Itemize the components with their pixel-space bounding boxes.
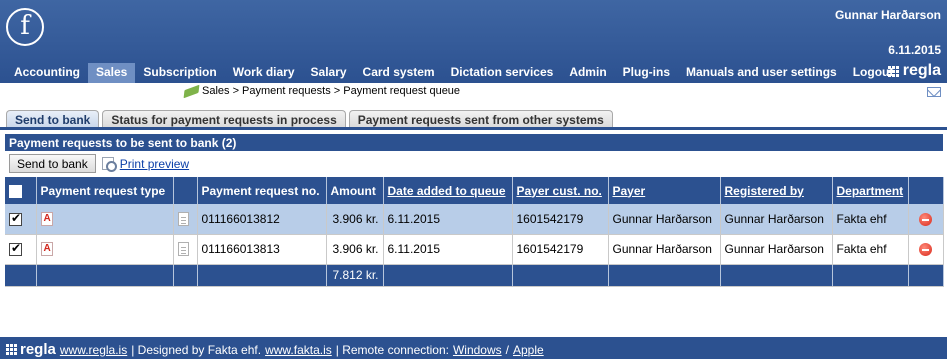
col-payment-request-no: Payment request no.	[197, 177, 327, 204]
payment-requests-table: Payment request type Payment request no.…	[5, 177, 944, 287]
nav-admin[interactable]: Admin	[561, 63, 614, 83]
nav-card-system[interactable]: Card system	[355, 63, 443, 83]
regla-site-link[interactable]: www.regla.is	[60, 343, 127, 357]
footer: regla www.regla.is | Designed by Fakta e…	[0, 337, 947, 359]
pdf-icon[interactable]	[40, 212, 53, 227]
document-icon[interactable]	[177, 212, 189, 227]
apple-link[interactable]: Apple	[513, 343, 544, 357]
pencil-icon	[183, 84, 200, 98]
col-payer-cust-no[interactable]: Payer cust. no.	[512, 177, 609, 204]
nav-dictation-services[interactable]: Dictation services	[443, 63, 562, 83]
delete-icon[interactable]	[919, 212, 932, 226]
row-checkbox[interactable]	[9, 211, 22, 226]
department: Fakta ehf	[832, 204, 909, 235]
table-row[interactable]: 011166013812 3.906 kr. 6.11.2015 1601542…	[5, 204, 944, 235]
department: Fakta ehf	[832, 234, 909, 265]
nav-manuals-settings[interactable]: Manuals and user settings	[678, 63, 845, 83]
col-doc	[173, 177, 198, 204]
total-row: 7.812 kr.	[5, 264, 944, 287]
tab-divider	[0, 127, 947, 130]
breadcrumb: Sales > Payment requests > Payment reque…	[183, 84, 461, 98]
payer: Gunnar Harðarson	[608, 204, 721, 235]
user-name[interactable]: Gunnar Harðarson	[835, 8, 941, 22]
main-nav: Accounting Sales Subscription Work diary…	[6, 63, 901, 83]
toolbar: Send to bank Print preview	[9, 154, 189, 173]
row-checkbox[interactable]	[9, 241, 22, 257]
breadcrumb-bar: Sales > Payment requests > Payment reque…	[0, 83, 947, 101]
date-added: 6.11.2015	[383, 234, 513, 265]
nav-work-diary[interactable]: Work diary	[225, 63, 303, 83]
payer-cust-no: 1601542179	[512, 234, 609, 265]
current-date: 6.11.2015	[888, 43, 941, 57]
col-payer[interactable]: Payer	[608, 177, 721, 204]
nav-plug-ins[interactable]: Plug-ins	[615, 63, 678, 83]
print-preview-link[interactable]: Print preview	[120, 157, 189, 171]
amount: 3.906 kr.	[326, 234, 384, 265]
registered-by: Gunnar Harðarson	[720, 204, 833, 235]
nav-accounting[interactable]: Accounting	[6, 63, 88, 83]
col-amount: Amount	[326, 177, 384, 204]
document-icon[interactable]	[177, 242, 189, 257]
col-department[interactable]: Department	[832, 177, 909, 204]
select-all-header[interactable]	[5, 177, 37, 204]
breadcrumb-text: Sales > Payment requests > Payment reque…	[202, 85, 461, 97]
top-header: f Gunnar Harðarson 6.11.2015 Accounting …	[0, 0, 947, 83]
remote-connection-text: | Remote connection:	[335, 342, 449, 357]
nav-subscription[interactable]: Subscription	[135, 63, 224, 83]
footer-brand: regla	[6, 341, 56, 358]
fakta-site-link[interactable]: www.fakta.is	[265, 343, 332, 357]
select-all-checkbox[interactable]	[9, 184, 22, 198]
print-preview-icon[interactable]	[101, 157, 117, 172]
pdf-icon[interactable]	[40, 242, 53, 257]
table-header-row: Payment request type Payment request no.…	[5, 177, 944, 204]
tab-send-to-bank[interactable]: Send to bank	[6, 110, 100, 128]
link-separator: /	[505, 342, 509, 357]
amount: 3.906 kr.	[326, 204, 384, 235]
regla-grid-icon	[887, 65, 899, 77]
regla-grid-icon	[6, 344, 17, 355]
total-amount: 7.812 kr.	[326, 264, 384, 287]
nav-sales[interactable]: Sales	[88, 63, 136, 83]
col-date-added[interactable]: Date added to queue	[383, 177, 513, 204]
request-no: 011166013813	[197, 234, 327, 265]
nav-salary[interactable]: Salary	[303, 63, 355, 83]
table-row[interactable]: 011166013813 3.906 kr. 6.11.2015 1601542…	[5, 234, 944, 265]
registered-by: Gunnar Harðarson	[720, 234, 833, 265]
send-to-bank-button[interactable]: Send to bank	[9, 154, 96, 173]
tab-bar: Send to bank Status for payment requests…	[6, 110, 613, 128]
designed-by-text: | Designed by Fakta ehf.	[131, 342, 262, 357]
col-registered-by[interactable]: Registered by	[720, 177, 833, 204]
regla-brand-text: regla	[902, 62, 941, 79]
payer: Gunnar Harðarson	[608, 234, 721, 265]
footer-brand-text: regla	[20, 341, 56, 358]
section-title: Payment requests to be sent to bank (2)	[5, 134, 943, 151]
mail-icon[interactable]	[927, 87, 941, 97]
regla-brand: regla	[887, 62, 941, 80]
date-added: 6.11.2015	[383, 204, 513, 235]
col-payment-request-type: Payment request type	[36, 177, 174, 204]
payer-cust-no: 1601542179	[512, 204, 609, 235]
tab-status-in-process[interactable]: Status for payment requests in process	[102, 110, 346, 128]
tab-sent-from-other-systems[interactable]: Payment requests sent from other systems	[348, 110, 613, 128]
request-no: 011166013812	[197, 204, 327, 235]
windows-link[interactable]: Windows	[453, 343, 502, 357]
col-delete	[908, 177, 944, 204]
delete-icon[interactable]	[919, 243, 932, 257]
fakta-logo-icon: f	[6, 8, 44, 46]
